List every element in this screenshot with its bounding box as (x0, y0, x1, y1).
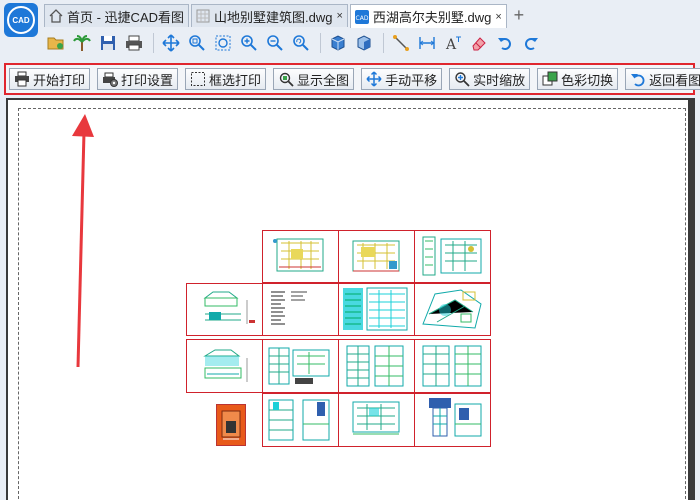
drawing-sheet (414, 339, 491, 393)
3d-box-icon[interactable] (326, 32, 350, 54)
show-all-icon (278, 71, 294, 87)
drawing-sheet (262, 230, 339, 283)
drawing-sheet (262, 283, 339, 336)
drawing-sheet (186, 283, 263, 336)
zoom-previous-icon[interactable] (289, 32, 313, 54)
toolbar-divider (320, 33, 321, 53)
app-logo-text: CAD (7, 6, 35, 34)
drawing-sheet (414, 230, 491, 283)
start-print-label: 开始打印 (33, 72, 86, 88)
home-icon (49, 9, 63, 23)
tab-file-2[interactable]: CAD 西湖高尔夫别墅.dwg × (349, 4, 507, 28)
cad-file-icon: CAD (354, 9, 369, 24)
zoom-out-icon[interactable] (263, 32, 287, 54)
color-switch-label: 色彩切换 (561, 72, 614, 88)
text-icon[interactable]: A (441, 32, 465, 54)
drawing-sheet (262, 339, 339, 393)
save-icon[interactable] (96, 32, 120, 54)
line-icon[interactable] (389, 32, 413, 54)
print-settings-icon (102, 71, 119, 87)
print-settings-label: 打印设置 (121, 72, 174, 88)
tab-bar: 首页 - 迅捷CAD看图 山地别墅建筑图.dwg × CAD 西湖高尔夫别墅.d… (44, 4, 529, 28)
print-toolbar: 开始打印 打印设置 框选打印 显示全图 手动平移 实时缩放 色彩切换 返回看图 (4, 63, 700, 95)
zoom-in-icon[interactable] (237, 32, 261, 54)
print-settings-button[interactable]: 打印设置 (97, 68, 179, 90)
pan-move-icon (366, 71, 382, 87)
new-tab-button[interactable]: + (509, 4, 529, 26)
drawing-sheet (338, 283, 415, 336)
vertical-scrollbar[interactable] (690, 100, 695, 500)
realtime-zoom-button[interactable]: 实时缩放 (449, 68, 531, 90)
print-icon[interactable] (122, 32, 146, 54)
toolbar-divider (383, 33, 384, 53)
return-view-label: 返回看图 (649, 72, 700, 88)
box-select-print-label: 框选打印 (209, 72, 262, 88)
eraser-icon[interactable] (467, 32, 491, 54)
start-print-button[interactable]: 开始打印 (9, 68, 91, 90)
return-view-icon (630, 71, 646, 87)
show-all-label: 显示全图 (297, 72, 350, 88)
realtime-zoom-icon (454, 71, 470, 87)
app-logo[interactable]: CAD (4, 3, 38, 37)
color-switch-button[interactable]: 色彩切换 (537, 68, 619, 90)
zoom-extents-icon[interactable] (211, 32, 235, 54)
box-select-icon (190, 71, 206, 87)
palm-tree-icon[interactable] (70, 32, 94, 54)
open-folder-icon[interactable] (44, 32, 68, 54)
drawing-sheet (262, 393, 339, 447)
drawing-sheet (338, 230, 415, 283)
printer-icon (14, 71, 30, 87)
tab-label: 西湖高尔夫别墅.dwg (372, 10, 492, 25)
drawing-sheet (414, 393, 491, 447)
manual-pan-label: 手动平移 (385, 72, 438, 88)
3d-view-icon[interactable] (352, 32, 376, 54)
realtime-zoom-label: 实时缩放 (473, 72, 526, 88)
show-all-button[interactable]: 显示全图 (273, 68, 355, 90)
grid-icon (196, 9, 210, 23)
manual-pan-button[interactable]: 手动平移 (361, 68, 443, 90)
svg-text:CAD: CAD (355, 15, 368, 22)
tab-label: 首页 - 迅捷CAD看图 (67, 9, 185, 25)
pan-icon[interactable] (159, 32, 183, 54)
zoom-window-icon[interactable] (185, 32, 209, 54)
return-view-button[interactable]: 返回看图 (625, 68, 700, 90)
undo-icon[interactable] (493, 32, 517, 54)
toolbar-divider (153, 33, 154, 53)
drawing-sheet (414, 283, 491, 336)
drawing-sheet (338, 393, 415, 447)
tab-home[interactable]: 首页 - 迅捷CAD看图 (44, 4, 190, 27)
color-switch-icon (542, 71, 558, 87)
tab-label: 山地别墅建筑图.dwg (214, 9, 333, 25)
svg-text:A: A (445, 37, 457, 52)
main-toolbar: A (44, 30, 545, 56)
dimension-icon[interactable] (415, 32, 439, 54)
tab-file-1[interactable]: 山地别墅建筑图.dwg × (191, 4, 348, 27)
title-block-sheet (216, 404, 246, 446)
drawing-sheet (338, 339, 415, 393)
close-icon[interactable]: × (336, 10, 342, 22)
drawing-sheet (186, 339, 263, 393)
close-icon[interactable]: × (495, 11, 501, 23)
box-select-print-button[interactable]: 框选打印 (185, 68, 267, 90)
annotation-arrow-icon (72, 114, 94, 368)
redo-icon[interactable] (519, 32, 543, 54)
